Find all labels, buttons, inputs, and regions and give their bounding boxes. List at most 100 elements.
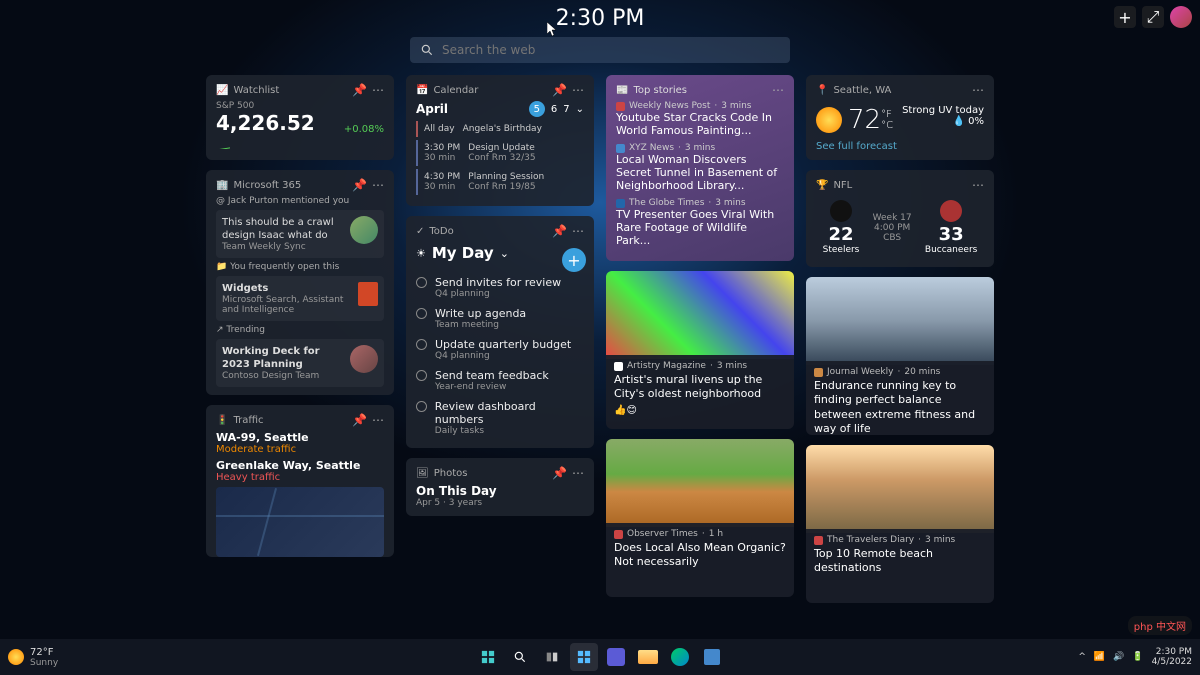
teams-button[interactable] [602, 643, 630, 671]
top-right-controls: + ⤢ [1114, 6, 1192, 28]
weather-widget[interactable]: 📍Seattle, WA⋯ 72°F°C Strong UV today 💧 0… [806, 75, 994, 160]
story-title: Local Woman Discovers Secret Tunnel in B… [616, 153, 784, 192]
allday-label: All day [424, 124, 455, 134]
calendar-event[interactable]: 4:30 PM30 minPlanning SessionConf Rm 19/… [416, 169, 584, 195]
folder-icon: 📁 [216, 262, 227, 272]
todo-item[interactable]: Write up agendaTeam meeting [416, 303, 584, 334]
sun-icon [8, 649, 24, 665]
pin-icon[interactable]: 📌 [352, 413, 367, 427]
pin-icon[interactable]: 📌 [552, 224, 567, 238]
forecast-link[interactable]: See full forecast [816, 141, 984, 152]
checkbox[interactable] [416, 277, 427, 288]
mention-text: This should be a crawl design Isaac what… [222, 216, 344, 242]
more-icon[interactable]: ⋯ [972, 83, 984, 97]
store-button[interactable] [698, 643, 726, 671]
checkbox[interactable] [416, 401, 427, 412]
more-icon[interactable]: ⋯ [772, 83, 784, 97]
trophy-icon: 🏆 [816, 180, 828, 191]
story[interactable]: Weekly News Post · 3 minsYoutube Star Cr… [616, 101, 784, 137]
news-card[interactable]: The Travelers Diary · 3 minsTop 10 Remot… [806, 445, 994, 603]
taskbar-weather[interactable]: 72°FSunny [8, 647, 58, 668]
wifi-icon[interactable]: 📶 [1094, 652, 1105, 662]
more-icon[interactable]: ⋯ [972, 178, 984, 192]
explorer-button[interactable] [634, 643, 662, 671]
event-title: Angela's Birthday [463, 124, 542, 134]
watchlist-widget[interactable]: 📈Watchlist📌⋯ S&P 500 4,226.52 +0.08% [206, 75, 394, 160]
tray-time[interactable]: 2:30 PM [1152, 647, 1192, 657]
pin-icon[interactable]: 📌 [552, 83, 567, 97]
chart-icon: 📈 [216, 85, 228, 96]
todo-widget[interactable]: ✓ToDo📌⋯ ☀My Day⌄ + Send invites for revi… [406, 216, 594, 448]
game-info: Week 174:00 PMCBS [873, 213, 912, 243]
system-tray[interactable]: ^ 📶 🔊 🔋 2:30 PM4/5/2022 [1078, 647, 1192, 667]
taskview-button[interactable] [538, 643, 566, 671]
news-card[interactable]: Observer Times · 1 hDoes Local Also Mean… [606, 439, 794, 597]
pin-icon[interactable]: 📌 [552, 466, 567, 480]
day[interactable]: 7 [563, 104, 569, 115]
todo-item[interactable]: Send team feedbackYear-end review [416, 365, 584, 396]
tray-date[interactable]: 4/5/2022 [1152, 657, 1192, 667]
day-active[interactable]: 5 [529, 101, 545, 117]
reactions[interactable]: 👍😊 [614, 405, 786, 416]
avatar [350, 216, 378, 244]
collapse-button[interactable]: ⤢ [1142, 6, 1164, 28]
traffic-widget[interactable]: 🚦Traffic📌⋯ WA-99, Seattle Moderate traff… [206, 405, 394, 557]
photos-widget[interactable]: 🖼Photos📌⋯ On This Day Apr 5 · 3 years [406, 458, 594, 516]
search-input[interactable] [442, 43, 780, 57]
chevron-down-icon[interactable]: ⌄ [576, 104, 584, 115]
add-widget-button[interactable]: + [1114, 6, 1136, 28]
more-icon[interactable]: ⋯ [572, 224, 584, 238]
more-icon[interactable]: ⋯ [372, 178, 384, 192]
traffic-map[interactable] [216, 487, 384, 557]
todo-item[interactable]: Review dashboard numbersDaily tasks [416, 396, 584, 440]
mouse-cursor [547, 22, 559, 38]
pin-icon[interactable]: 📌 [352, 83, 367, 97]
volume-icon[interactable]: 🔊 [1113, 652, 1124, 662]
nfl-widget[interactable]: 🏆NFL⋯ 22Steelers Week 174:00 PMCBS 33Buc… [806, 170, 994, 267]
chevron-down-icon[interactable]: ⌄ [500, 247, 509, 260]
news-card[interactable]: Journal Weekly · 20 minsEndurance runnin… [806, 277, 994, 435]
taskbar[interactable]: 72°FSunny ^ 📶 🔊 🔋 2:30 PM4/5/2022 [0, 639, 1200, 675]
more-icon[interactable]: ⋯ [572, 83, 584, 97]
search-bar[interactable] [410, 37, 790, 63]
watermark: php 中文网 [1128, 616, 1192, 635]
status: Heavy traffic [216, 472, 384, 483]
news-image [806, 445, 994, 533]
day[interactable]: 6 [551, 104, 557, 115]
checkbox[interactable] [416, 370, 427, 381]
day-selector[interactable]: 5 6 7 ⌄ [529, 101, 584, 117]
more-icon[interactable]: ⋯ [372, 413, 384, 427]
topstories-widget[interactable]: 📰Top stories⋯ Weekly News Post · 3 minsY… [606, 75, 794, 261]
status: Moderate traffic [216, 444, 384, 455]
more-icon[interactable]: ⋯ [372, 83, 384, 97]
mention-card[interactable]: This should be a crawl design Isaac what… [216, 210, 384, 258]
story-title: TV Presenter Goes Viral With Rare Footag… [616, 208, 784, 247]
calendar-event[interactable]: 3:30 PM30 minDesign UpdateConf Rm 32/35 [416, 140, 584, 166]
chevron-up-icon[interactable]: ^ [1078, 652, 1086, 662]
more-icon[interactable]: ⋯ [572, 466, 584, 480]
traffic-icon: 🚦 [216, 415, 228, 426]
todo-item[interactable]: Update quarterly budgetQ4 planning [416, 334, 584, 365]
story[interactable]: XYZ News · 3 minsLocal Woman Discovers S… [616, 143, 784, 192]
frequent-card[interactable]: Widgets Microsoft Search, Assistant and … [216, 276, 384, 321]
trending-card[interactable]: Working Deck for 2023 Planning Contoso D… [216, 339, 384, 387]
start-button[interactable] [474, 643, 502, 671]
search-button[interactable] [506, 643, 534, 671]
list-name[interactable]: My Day [432, 244, 494, 262]
checkbox[interactable] [416, 339, 427, 350]
edge-button[interactable] [666, 643, 694, 671]
battery-icon[interactable]: 🔋 [1132, 652, 1143, 662]
widgets-button[interactable] [570, 643, 598, 671]
story[interactable]: The Globe Times · 3 minsTV Presenter Goe… [616, 198, 784, 247]
m365-widget[interactable]: 🏢Microsoft 365📌⋯ @ Jack Purton mentioned… [206, 170, 394, 395]
user-avatar[interactable] [1170, 6, 1192, 28]
calendar-widget[interactable]: 📅Calendar📌⋯ April 5 6 7 ⌄ All dayAngela'… [406, 75, 594, 206]
allday-event[interactable]: All day Angela's Birthday [416, 121, 584, 137]
location: Seattle, WA [833, 85, 967, 96]
pin-icon[interactable]: 📌 [352, 178, 367, 192]
todo-item[interactable]: Send invites for reviewQ4 planning [416, 272, 584, 303]
news-card[interactable]: Artistry Magazine · 3 minsArtist's mural… [606, 271, 794, 429]
add-task-button[interactable]: + [562, 248, 586, 272]
checkbox[interactable] [416, 308, 427, 319]
widget-title: Microsoft 365 [233, 180, 347, 191]
